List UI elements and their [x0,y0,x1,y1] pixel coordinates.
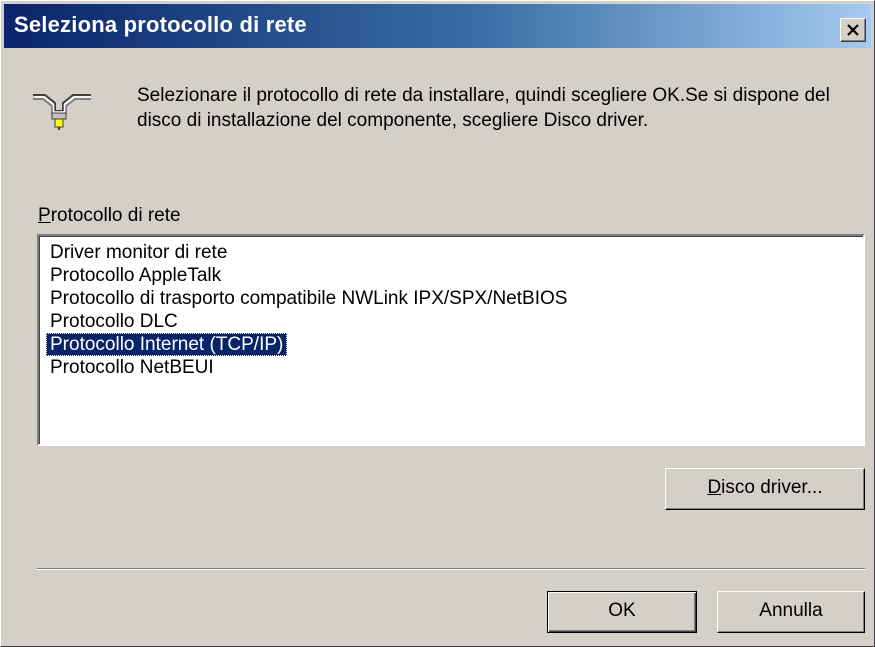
accelerator-key: D [707,477,722,498]
cancel-button[interactable]: Annulla [717,591,865,633]
protocol-list-label: Protocollo di rete [38,205,181,227]
button-label: isco driver... [721,477,823,498]
list-item[interactable]: Protocollo NetBEUI [46,356,218,379]
ok-button[interactable]: OK [547,591,697,633]
network-protocol-icon [33,94,91,130]
dialog-window: Seleziona protocollo di rete Selezionare… [0,0,875,647]
window-title: Seleziona protocollo di rete [14,12,307,37]
list-item[interactable]: Protocollo DLC [46,310,182,333]
close-icon [847,24,859,36]
list-item[interactable]: Protocollo di trasporto compatibile NWLi… [46,287,571,310]
protocol-listbox[interactable]: Driver monitor di rete Protocollo AppleT… [37,234,865,446]
accelerator-key: P [38,205,51,226]
list-item[interactable]: Protocollo AppleTalk [46,264,225,287]
list-item[interactable]: Driver monitor di rete [46,241,231,264]
separator [37,568,865,570]
title-bar[interactable]: Seleziona protocollo di rete [4,4,871,48]
close-button[interactable] [840,18,866,42]
label-text: rotocollo di rete [50,205,181,226]
protocol-items: Driver monitor di rete Protocollo AppleT… [46,241,571,379]
disk-driver-button[interactable]: Disco driver... [665,468,865,510]
list-item-selected[interactable]: Protocollo Internet (TCP/IP) [46,333,288,356]
instructions-text: Selezionare il protocollo di rete da ins… [137,85,830,131]
